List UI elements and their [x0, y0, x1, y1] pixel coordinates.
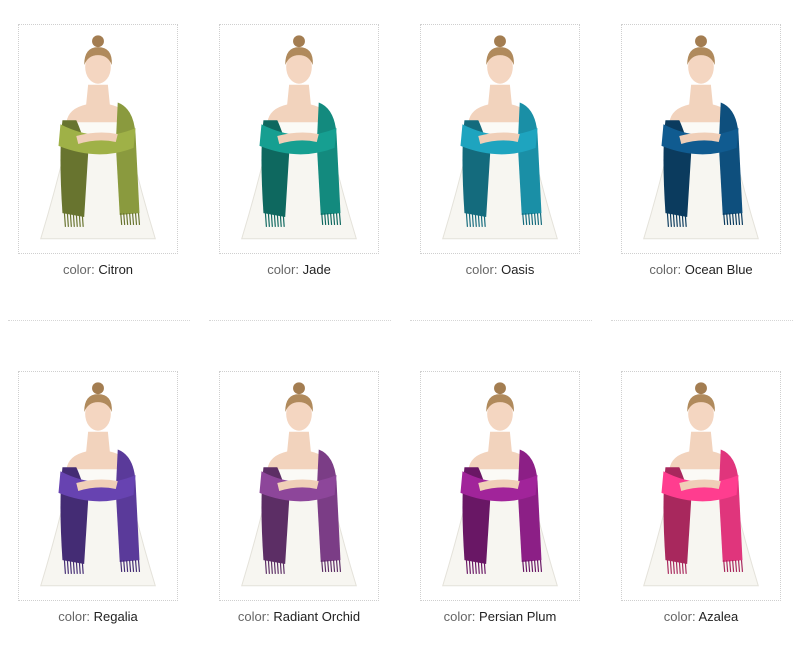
model-with-shawl-image: [442, 35, 558, 240]
hair-bun: [293, 35, 305, 48]
shawl-right: [718, 449, 743, 563]
shawl-right: [718, 102, 743, 216]
divider: [8, 320, 190, 321]
model-with-shawl-image: [241, 35, 357, 240]
product-image[interactable]: [621, 24, 781, 254]
hair-bun: [695, 35, 707, 48]
color-name: Oasis: [501, 262, 535, 277]
color-name: Jade: [302, 262, 331, 277]
color-name: Citron: [98, 262, 134, 277]
color-name: Regalia: [93, 609, 138, 624]
color-name: Radiant Orchid: [273, 609, 361, 624]
color-label: color:: [465, 262, 498, 277]
product-image[interactable]: [219, 24, 379, 254]
product-image[interactable]: [621, 371, 781, 601]
color-name: Azalea: [698, 609, 739, 624]
model-with-shawl-image: [241, 382, 357, 587]
color-label: color:: [649, 262, 682, 277]
color-caption: color: Azalea: [611, 609, 791, 625]
hair-bun: [92, 382, 104, 395]
color-caption: color: Jade: [209, 262, 389, 278]
model-with-shawl-image: [40, 382, 156, 587]
color-label: color:: [62, 262, 95, 277]
model-with-shawl-image: [643, 382, 759, 587]
product-image[interactable]: [18, 24, 178, 254]
color-caption: color: Regalia: [8, 609, 188, 625]
color-caption: color: Citron: [8, 262, 188, 278]
color-label: color:: [443, 609, 476, 624]
color-name: Persian Plum: [479, 609, 557, 624]
divider: [611, 320, 793, 321]
color-caption: color: Ocean Blue: [611, 262, 791, 278]
hair-bun: [494, 382, 506, 395]
product-image[interactable]: [420, 24, 580, 254]
color-caption: color: Persian Plum: [410, 609, 590, 625]
color-label: color:: [267, 262, 299, 277]
color-name: Ocean Blue: [684, 262, 753, 277]
divider: [209, 320, 391, 321]
model-with-shawl-image: [40, 35, 156, 240]
product-image[interactable]: [420, 371, 580, 601]
color-caption: color: Radiant Orchid: [209, 609, 389, 625]
shawl-right: [316, 102, 341, 216]
color-label: color:: [663, 609, 696, 624]
color-label: color:: [237, 609, 270, 624]
shawl-right: [517, 449, 542, 563]
hair-bun: [494, 35, 506, 48]
color-caption: color: Oasis: [410, 262, 590, 278]
model-with-shawl-image: [442, 382, 558, 587]
shawl-right: [115, 102, 140, 216]
swatch-grid: color: Citron color: Jade color: Oasis c…: [0, 0, 799, 645]
product-image[interactable]: [18, 371, 178, 601]
product-image[interactable]: [219, 371, 379, 601]
divider: [410, 320, 592, 321]
hair-bun: [92, 35, 104, 48]
shawl-right: [115, 449, 140, 563]
model-with-shawl-image: [643, 35, 759, 240]
shawl-right: [316, 449, 341, 563]
hair-bun: [695, 382, 707, 395]
hair-bun: [293, 382, 305, 395]
color-label: color:: [58, 609, 91, 624]
shawl-right: [517, 102, 542, 216]
